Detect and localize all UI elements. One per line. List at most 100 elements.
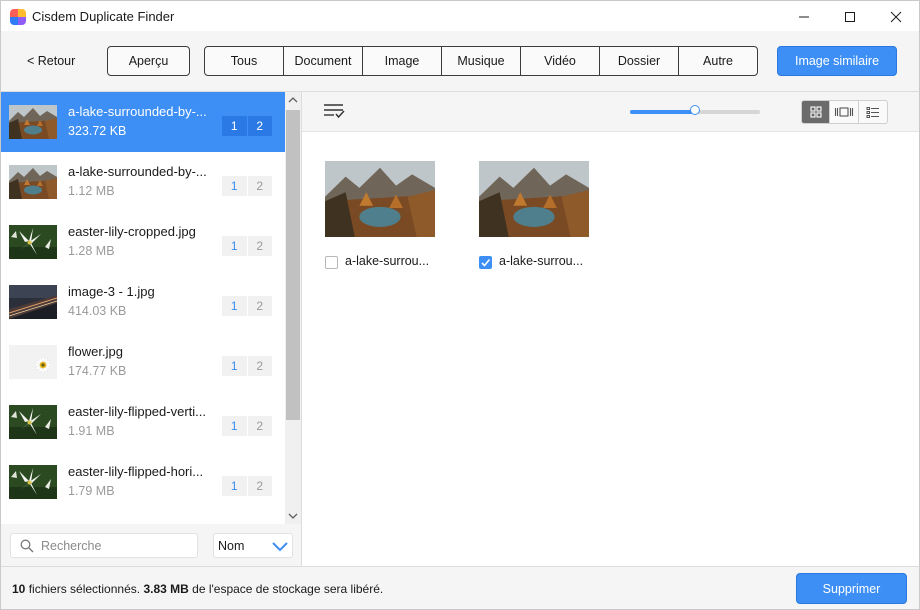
duplicate-count-badges: 12 <box>222 176 273 196</box>
duplicate-count-badges: 12 <box>222 476 273 496</box>
select-checkbox[interactable] <box>325 256 338 269</box>
delete-button[interactable]: Supprimer <box>796 573 907 604</box>
sidebar-footer: Nom <box>1 524 301 566</box>
tab-video[interactable]: Vidéo <box>521 47 600 75</box>
maximize-icon <box>845 11 855 22</box>
app-logo-icon <box>10 9 26 25</box>
file-size: 1.28 MB <box>68 244 115 258</box>
back-button[interactable]: < Retour <box>27 54 75 68</box>
grid-view-button[interactable] <box>802 101 831 123</box>
file-size: 1.91 MB <box>68 424 115 438</box>
file-size: 174.77 KB <box>68 364 127 378</box>
file-size: 323.72 KB <box>68 124 127 138</box>
image-name: a-lake-surrou... <box>345 254 430 268</box>
chevron-down-icon <box>272 542 288 552</box>
list-view-icon <box>866 107 879 118</box>
list-item[interactable]: easter-lily-cropped.jpg 1.28 MB 1 2 <box>1 212 285 272</box>
auto-select-icon[interactable] <box>323 103 345 119</box>
scroll-up-icon[interactable] <box>288 96 298 104</box>
close-button[interactable] <box>873 1 919 32</box>
duplicate-count-badges: 12 <box>222 296 273 316</box>
list-item[interactable]: easter-lily-flipped-verti... 1.91 MB 1 2 <box>1 392 285 452</box>
group-badge-2[interactable]: 2 <box>247 296 272 316</box>
file-thumbnail <box>9 105 57 139</box>
sort-value: Nom <box>218 539 245 553</box>
scroll-down-icon[interactable] <box>288 512 298 520</box>
maximize-button[interactable] <box>827 1 873 32</box>
file-name: flower.jpg <box>68 344 123 359</box>
tab-image[interactable]: Image <box>363 47 442 75</box>
group-badge-1[interactable]: 1 <box>222 476 247 496</box>
slider-fill <box>630 110 695 114</box>
duplicate-count-badges: 12 <box>222 236 273 256</box>
scrollbar-thumb[interactable] <box>286 110 300 420</box>
group-badge-1[interactable]: 1 <box>222 356 247 376</box>
list-item[interactable]: a-lake-surrounded-by-... 1.12 MB 1 2 <box>1 152 285 212</box>
group-badge-1[interactable]: 1 <box>222 116 247 136</box>
file-size: 1.12 MB <box>68 184 115 198</box>
tab-dossier[interactable]: Dossier <box>600 47 679 75</box>
file-thumbnail <box>9 225 57 259</box>
file-thumbnail <box>9 465 57 499</box>
file-thumbnail <box>9 165 57 199</box>
list-item[interactable]: flower.jpg 174.77 KB 1 2 <box>1 332 285 392</box>
list-item[interactable]: a-lake-surrounded-by-... 323.72 KB 1 2 <box>1 92 285 152</box>
checkmark-icon <box>481 258 491 267</box>
selected-count: 10 <box>12 582 26 596</box>
list-view-button[interactable] <box>859 101 887 123</box>
group-badge-1[interactable]: 1 <box>222 416 247 436</box>
duplicate-list: a-lake-surrounded-by-... 323.72 KB 1 2 a-lak… <box>1 92 285 524</box>
group-badge-2[interactable]: 2 <box>247 476 272 496</box>
select-checkbox[interactable] <box>479 256 492 269</box>
duplicate-count-badges: 12 <box>222 356 273 376</box>
group-badge-2[interactable]: 2 <box>247 416 272 436</box>
similar-image-button[interactable]: Image similaire <box>777 46 897 76</box>
minimize-icon <box>799 16 809 17</box>
main-header <box>302 92 919 132</box>
group-badge-2[interactable]: 2 <box>247 176 272 196</box>
file-thumbnail <box>9 285 57 319</box>
tab-musique[interactable]: Musique <box>442 47 521 75</box>
file-name: a-lake-surrounded-by-... <box>68 164 207 179</box>
group-badge-1[interactable]: 1 <box>222 176 247 196</box>
group-badge-2[interactable]: 2 <box>247 236 272 256</box>
minimize-button[interactable] <box>781 1 827 32</box>
selected-count-text: fichiers sélectionnés. <box>28 582 141 596</box>
preview-button[interactable]: Aperçu <box>107 46 190 76</box>
freed-size-text: de l'espace de stockage sera libéré. <box>192 582 384 596</box>
image-thumbnail[interactable] <box>325 161 435 237</box>
group-badge-1[interactable]: 1 <box>222 296 247 316</box>
filmstrip-view-button[interactable] <box>830 101 859 123</box>
tab-autre[interactable]: Autre <box>679 47 757 75</box>
file-name: a-lake-surrounded-by-... <box>68 104 207 119</box>
file-name: image-3 - 1.jpg <box>68 284 155 299</box>
file-size: 414.03 KB <box>68 304 127 318</box>
image-thumbnail[interactable] <box>479 161 589 237</box>
duplicate-count-badges: 12 <box>222 116 273 136</box>
sort-select[interactable]: Nom <box>213 533 293 558</box>
search-box <box>10 533 198 558</box>
status-bar: 10 fichiers sélectionnés. 3.83 MB de l'e… <box>0 566 920 610</box>
group-badge-2[interactable]: 2 <box>247 116 272 136</box>
list-item[interactable]: image-3 - 1.jpg 414.03 KB 1 2 <box>1 272 285 332</box>
grid-view-icon <box>810 106 822 118</box>
tab-document[interactable]: Document <box>284 47 363 75</box>
file-thumbnail <box>9 405 57 439</box>
search-icon <box>20 539 34 553</box>
file-name: easter-lily-cropped.jpg <box>68 224 196 239</box>
file-type-tabs: Tous Document Image Musique Vidéo Dossie… <box>204 46 758 76</box>
file-name: easter-lily-flipped-verti... <box>68 404 206 419</box>
tab-tous[interactable]: Tous <box>205 47 284 75</box>
list-item[interactable]: easter-lily-flipped-hori... 1.79 MB 1 2 <box>1 452 285 512</box>
image-name: a-lake-surrou... <box>499 254 584 268</box>
group-badge-2[interactable]: 2 <box>247 356 272 376</box>
file-thumbnail <box>9 345 57 379</box>
view-mode-switcher <box>801 100 888 124</box>
slider-knob[interactable] <box>690 105 700 115</box>
duplicate-count-badges: 12 <box>222 416 273 436</box>
freed-size: 3.83 MB <box>143 582 189 596</box>
window-title: Cisdem Duplicate Finder <box>32 9 175 24</box>
search-input[interactable] <box>41 534 191 557</box>
group-badge-1[interactable]: 1 <box>222 236 247 256</box>
close-icon <box>890 11 902 22</box>
